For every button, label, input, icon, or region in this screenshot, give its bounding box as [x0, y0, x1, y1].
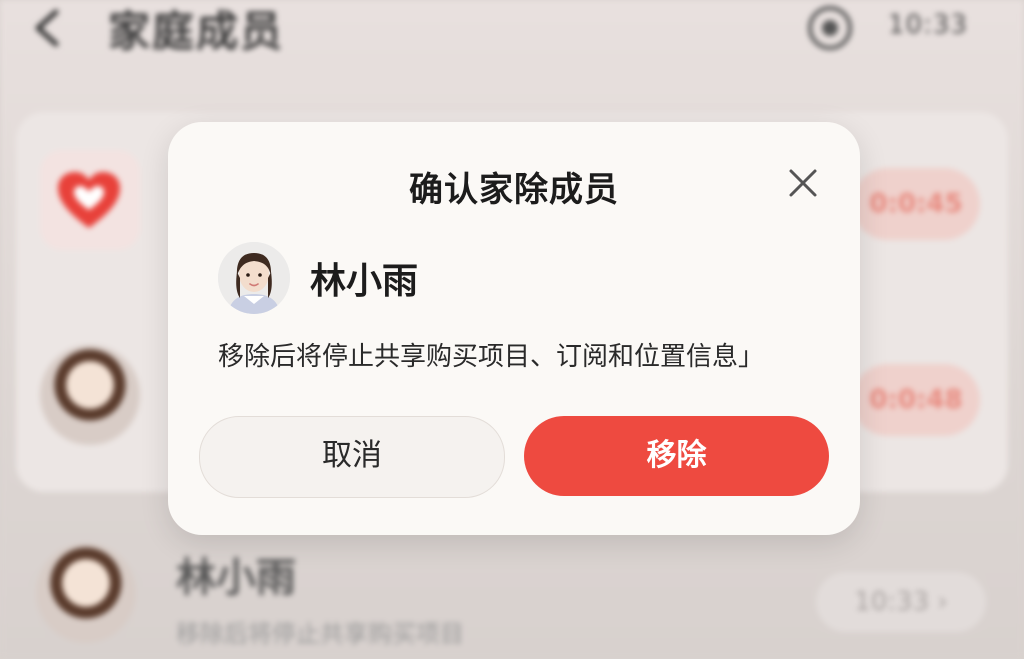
status-time: 10:33	[888, 10, 968, 40]
avatar	[40, 345, 140, 445]
member-photo	[218, 242, 290, 314]
dialog-title: 确认家除成员	[409, 170, 619, 210]
dialog-message: 移除后将停止共享购买项目、订阅和位置信息」	[218, 342, 765, 372]
avatar	[218, 242, 290, 314]
member-pill[interactable]: 0:0:45	[852, 168, 980, 240]
remove-button[interactable]: 移除	[524, 416, 829, 496]
member-time-pill[interactable]: 10:33 ›	[816, 572, 986, 632]
member-name: 林小雨	[176, 555, 296, 601]
header-bar: 家庭成员 10:33	[0, 0, 1024, 80]
member-pill[interactable]: 0:0:48	[852, 364, 980, 436]
member-name: 林小雨	[310, 261, 419, 302]
record-icon[interactable]	[806, 4, 854, 52]
member-subtitle: 移除后将停止共享购买项目	[176, 620, 464, 648]
cancel-button[interactable]: 取消	[199, 416, 505, 498]
close-icon[interactable]	[780, 160, 826, 206]
avatar	[36, 543, 136, 643]
confirm-remove-dialog: 确认家除成员 林小雨 移除后将停止共享购买项目、订阅和位置信息」 取消 移除	[168, 122, 860, 535]
page-title: 家庭成员	[108, 7, 285, 56]
heart-icon	[58, 172, 120, 228]
back-arrow-icon[interactable]	[28, 8, 68, 48]
